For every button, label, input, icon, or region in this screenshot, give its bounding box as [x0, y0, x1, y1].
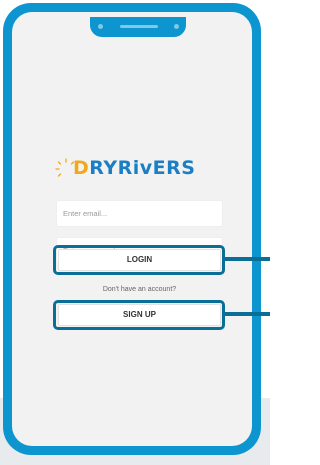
signup-callout-arrow [225, 312, 270, 316]
logo-wordmark: DRYRivERS [73, 157, 195, 179]
email-placeholder: Enter email... [63, 209, 108, 218]
sensor-dot [98, 24, 103, 29]
logo-main: RYRivERS [89, 157, 196, 179]
login-callout-arrow [225, 257, 270, 261]
email-field[interactable]: Enter email... [56, 200, 223, 227]
speaker-grille [120, 25, 158, 28]
app-logo: DRYRivERS [55, 156, 215, 184]
logo-prefix: D [73, 157, 90, 179]
login-button[interactable]: LOGIN [58, 249, 221, 271]
camera-dot [174, 24, 179, 29]
phone-frame [3, 3, 261, 455]
no-account-text: Don't have an account? [102, 286, 177, 293]
signup-button[interactable]: SIGN UP [58, 304, 221, 326]
phone-screen [12, 12, 252, 446]
phone-notch [90, 17, 186, 37]
